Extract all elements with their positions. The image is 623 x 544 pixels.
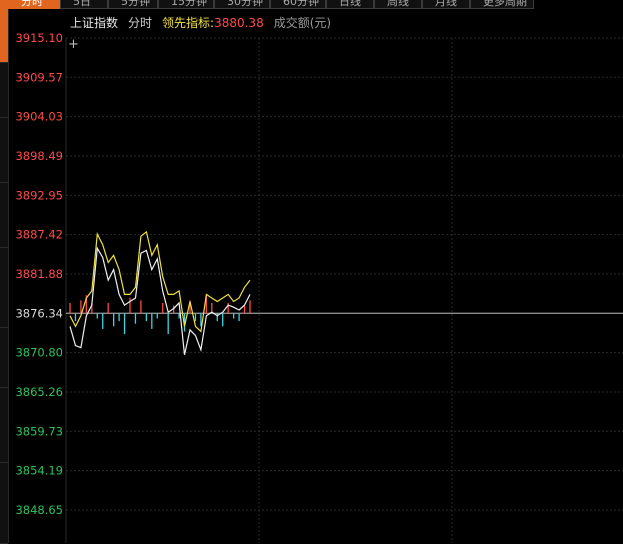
y-tick-label: 3898.49 <box>15 149 63 163</box>
y-tick-label: 3892.95 <box>15 188 63 202</box>
y-tick-label: 3915.10 <box>15 31 63 45</box>
y-tick-label: 3848.65 <box>15 503 63 517</box>
y-tick-label: 3904.03 <box>15 110 63 124</box>
y-tick-label: 3865.26 <box>15 385 63 399</box>
intraday-chart[interactable]: 3915.10 3909.57 3904.03 3898.49 3892.95 3887.… <box>0 0 623 543</box>
y-tick-label: 3854.19 <box>15 464 63 478</box>
y-tick-label: 3909.57 <box>15 70 63 84</box>
y-tick-label: 3870.80 <box>15 346 63 360</box>
y-tick-label: 3887.42 <box>15 228 63 242</box>
y-tick-label: 3876.34 <box>15 306 63 320</box>
y-tick-label: 3881.88 <box>15 267 63 281</box>
crosshair-plus-icon[interactable]: + <box>68 38 79 51</box>
y-tick-label: 3859.73 <box>15 424 63 438</box>
